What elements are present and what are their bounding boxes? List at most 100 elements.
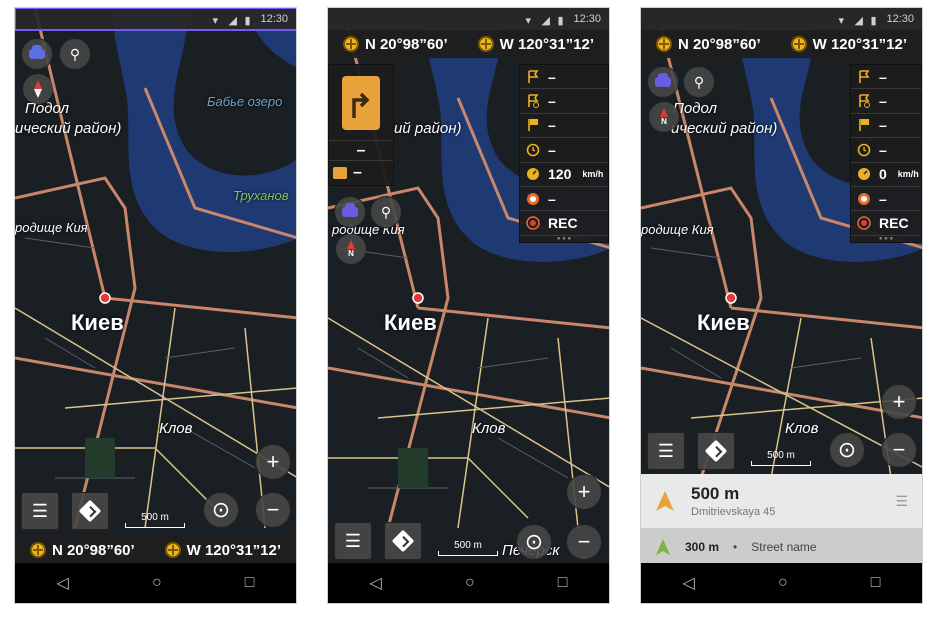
status-time: 12:30 (573, 13, 601, 25)
widget-row: – (520, 114, 608, 139)
search-icon: ⚲ (693, 73, 705, 90)
speed-limit-icon (857, 192, 871, 206)
list-icon[interactable]: ☰ (895, 493, 908, 510)
location-target-icon: ⊙ (837, 437, 857, 462)
then-turn-row[interactable]: 300 m • Street name (641, 528, 922, 566)
back-icon[interactable]: ◁ (370, 573, 382, 593)
navigation-mode-button[interactable] (21, 38, 53, 70)
android-nav-bar: ◁ ○ □ (641, 563, 922, 603)
menu-icon: ☰ (344, 530, 362, 551)
my-location-button[interactable]: ⊙ (829, 432, 865, 468)
widget-row: – (851, 65, 921, 90)
speed-icon (526, 167, 540, 181)
separator-dot: • (733, 540, 738, 554)
speed-limit-icon (526, 192, 540, 206)
menu-button[interactable]: ☰ (647, 432, 685, 470)
widget-row: 0 km/h (851, 163, 921, 187)
zoom-out-button[interactable]: − (255, 492, 291, 528)
my-location-button[interactable]: ⊙ (516, 524, 552, 560)
status-bar: ▾ ◢ ▮ 12:30 (641, 8, 922, 30)
recents-icon[interactable]: □ (558, 574, 568, 592)
menu-icon: ☰ (657, 440, 675, 461)
directions-icon (704, 439, 728, 463)
search-icon: ⚲ (380, 203, 392, 220)
record-icon (526, 216, 540, 230)
search-button[interactable]: ⚲ (683, 66, 715, 98)
my-location-button[interactable]: ⊙ (203, 492, 239, 528)
compass-button[interactable]: N (336, 234, 366, 264)
finish-flag-icon (857, 118, 871, 132)
menu-button[interactable]: ☰ (21, 492, 59, 530)
longitude-icon (164, 542, 181, 558)
back-icon[interactable]: ◁ (57, 573, 69, 593)
signal-icon: ◢ (854, 15, 863, 27)
recents-icon[interactable]: □ (245, 574, 255, 592)
directions-icon (78, 499, 102, 523)
navigation-mode-button[interactable] (647, 66, 679, 98)
map-label-lake: Бабье озеро (207, 94, 283, 109)
map-view[interactable] (15, 8, 297, 564)
zoom-in-button[interactable]: + (566, 474, 602, 510)
turn-instruction-panel[interactable]: – – (328, 64, 394, 186)
map-label-district: ий район) (394, 120, 462, 137)
zoom-out-button[interactable]: − (566, 524, 602, 560)
map-label-klov: Клов (472, 420, 506, 437)
compass-icon (34, 80, 42, 89)
phone-screen-map: ▾ ◢ ▮ 12:30 ⚲ Подол ический район) Бабье… (14, 7, 297, 604)
coordinates-bar: N 20°98”60’ W 120°31”12’ (15, 536, 296, 564)
home-icon[interactable]: ○ (778, 574, 788, 592)
location-target-icon: ⊙ (524, 529, 544, 554)
compass-button[interactable]: N (649, 102, 679, 132)
flag-icon (526, 69, 540, 84)
next-turn-row[interactable]: 500 m Dmitrievskaya 45 ☰ (641, 474, 922, 528)
directions-button[interactable] (697, 432, 735, 470)
flag-route-icon (526, 94, 540, 109)
widget-row: 120 km/h (520, 163, 608, 187)
zoom-out-button[interactable]: − (881, 432, 917, 468)
compass-icon (347, 240, 355, 249)
map-label-city: Киев (71, 310, 124, 335)
directions-button[interactable] (71, 492, 109, 530)
zoom-in-button[interactable]: + (255, 444, 291, 480)
navigation-mode-button[interactable] (334, 196, 366, 228)
directions-button[interactable] (384, 522, 422, 560)
coordinates-bar: N 20°98”60’ W 120°31”12’ (641, 30, 922, 58)
car-icon (342, 203, 358, 217)
latitude-icon (655, 36, 672, 52)
compass-icon (660, 108, 668, 117)
signal-icon: ◢ (541, 15, 550, 27)
route-info-card[interactable]: 500 m Dmitrievskaya 45 ☰ 300 m • Street … (641, 474, 922, 566)
widget-page-indicator: ● ● ● (878, 235, 894, 242)
zoom-in-button[interactable]: + (881, 384, 917, 420)
wifi-icon: ▾ (212, 15, 218, 27)
coordinates-bar: N 20°98”60’ W 120°31”12’ (328, 30, 609, 58)
menu-button[interactable]: ☰ (334, 522, 372, 560)
navigation-arrow-icon (656, 491, 674, 511)
status-bar: ▾ ◢ ▮ 12:30 (328, 8, 609, 30)
longitude-text: W 120°31”12’ (499, 35, 595, 53)
directions-icon (391, 529, 415, 553)
home-icon[interactable]: ○ (465, 574, 475, 592)
green-arrow-icon (656, 539, 670, 555)
widget-row: – (851, 89, 921, 114)
widget-panel[interactable]: – – – – 120 km/h – REC ● ● ● (519, 64, 609, 243)
phone-screen-route: ▾ ◢ ▮ 12:30 N 20°98”60’ W 120°31”12’ ⚲ N… (640, 7, 923, 604)
search-button[interactable]: ⚲ (370, 196, 402, 228)
back-icon[interactable]: ◁ (683, 573, 695, 593)
widget-panel[interactable]: – – – – 0 km/h – REC ● ● ● (850, 64, 922, 243)
widget-row: – (520, 138, 608, 163)
home-icon[interactable]: ○ (152, 574, 162, 592)
longitude-icon (790, 36, 807, 52)
longitude-text: W 120°31”12’ (186, 541, 282, 559)
car-icon (29, 45, 45, 59)
recents-icon[interactable]: □ (871, 574, 881, 592)
latitude-text: N 20°98”60’ (364, 35, 448, 53)
compass-button[interactable] (23, 74, 53, 104)
android-nav-bar: ◁ ○ □ (328, 563, 609, 603)
search-button[interactable]: ⚲ (59, 38, 91, 70)
then-turn-street: Street name (751, 540, 817, 554)
latitude-icon (342, 36, 359, 52)
widget-row: REC (851, 211, 921, 236)
speed-icon (857, 167, 871, 181)
turn-distance: – (329, 141, 393, 161)
